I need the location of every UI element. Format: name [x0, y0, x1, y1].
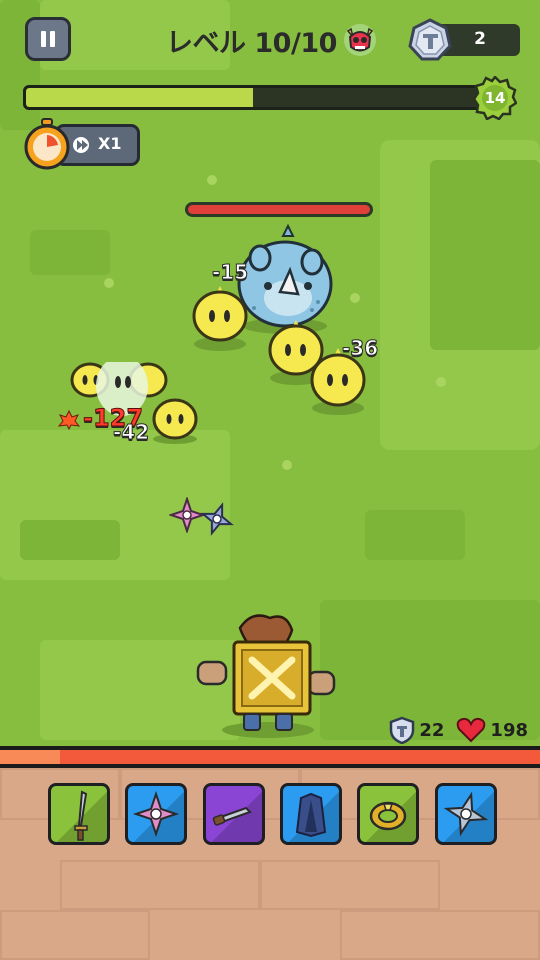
- shuriken-pink-icon: [132, 790, 180, 838]
- blue-shuriken-projectile: [200, 502, 234, 536]
- pause-button[interactable]: [25, 17, 71, 61]
- damage-number: -42: [112, 420, 150, 445]
- speed-label: X1: [98, 134, 122, 153]
- yellow-slime-enemy: [192, 286, 248, 351]
- skill-slot[interactable]: [48, 783, 110, 845]
- skill-slot[interactable]: [203, 783, 265, 845]
- boss-health-bar: [185, 202, 373, 217]
- defense-value: 22: [419, 719, 445, 741]
- player-level: 14: [484, 89, 506, 107]
- pause-icon-bar: [50, 31, 55, 47]
- skill-slot[interactable]: [125, 783, 187, 845]
- heart-icon: [457, 717, 486, 743]
- pause-icon-bar: [41, 31, 46, 47]
- skill-slot[interactable]: [435, 783, 497, 845]
- player-health-bar: [0, 746, 540, 768]
- damage-number: -15: [211, 260, 249, 285]
- xp-bar-fill: [26, 88, 254, 107]
- sword-icon: [74, 790, 88, 841]
- level-indicator: レベル 10/10: [166, 20, 377, 60]
- boss-skull-icon: [343, 24, 376, 56]
- ring-icon: [369, 801, 407, 831]
- fire-burst-icon: [58, 410, 80, 430]
- hero-character: [196, 614, 336, 738]
- stopwatch-icon: [24, 118, 70, 170]
- health-value: 198: [490, 719, 528, 741]
- game-screen: レベル 10/10 2 14 X1 -15 -36 -127 -42 22 19…: [0, 0, 540, 960]
- level-label: レベル 10/10: [166, 27, 337, 59]
- dagger-icon: [212, 806, 252, 826]
- armor-icon: [295, 792, 327, 838]
- silver-coin-icon: [408, 18, 452, 61]
- player-stats: 22 198: [389, 716, 528, 744]
- shield-icon: [390, 716, 415, 744]
- skill-slot[interactable]: [357, 783, 419, 845]
- fast-forward-icon: [73, 137, 89, 153]
- damage-number: -36: [341, 336, 379, 361]
- player-health-highlight: [0, 750, 60, 764]
- shuriken-icon: [443, 791, 489, 837]
- player-health-fill: [0, 750, 540, 764]
- boss-health-fill: [188, 205, 370, 214]
- xp-bar: [23, 85, 493, 110]
- skill-slot[interactable]: [280, 783, 342, 845]
